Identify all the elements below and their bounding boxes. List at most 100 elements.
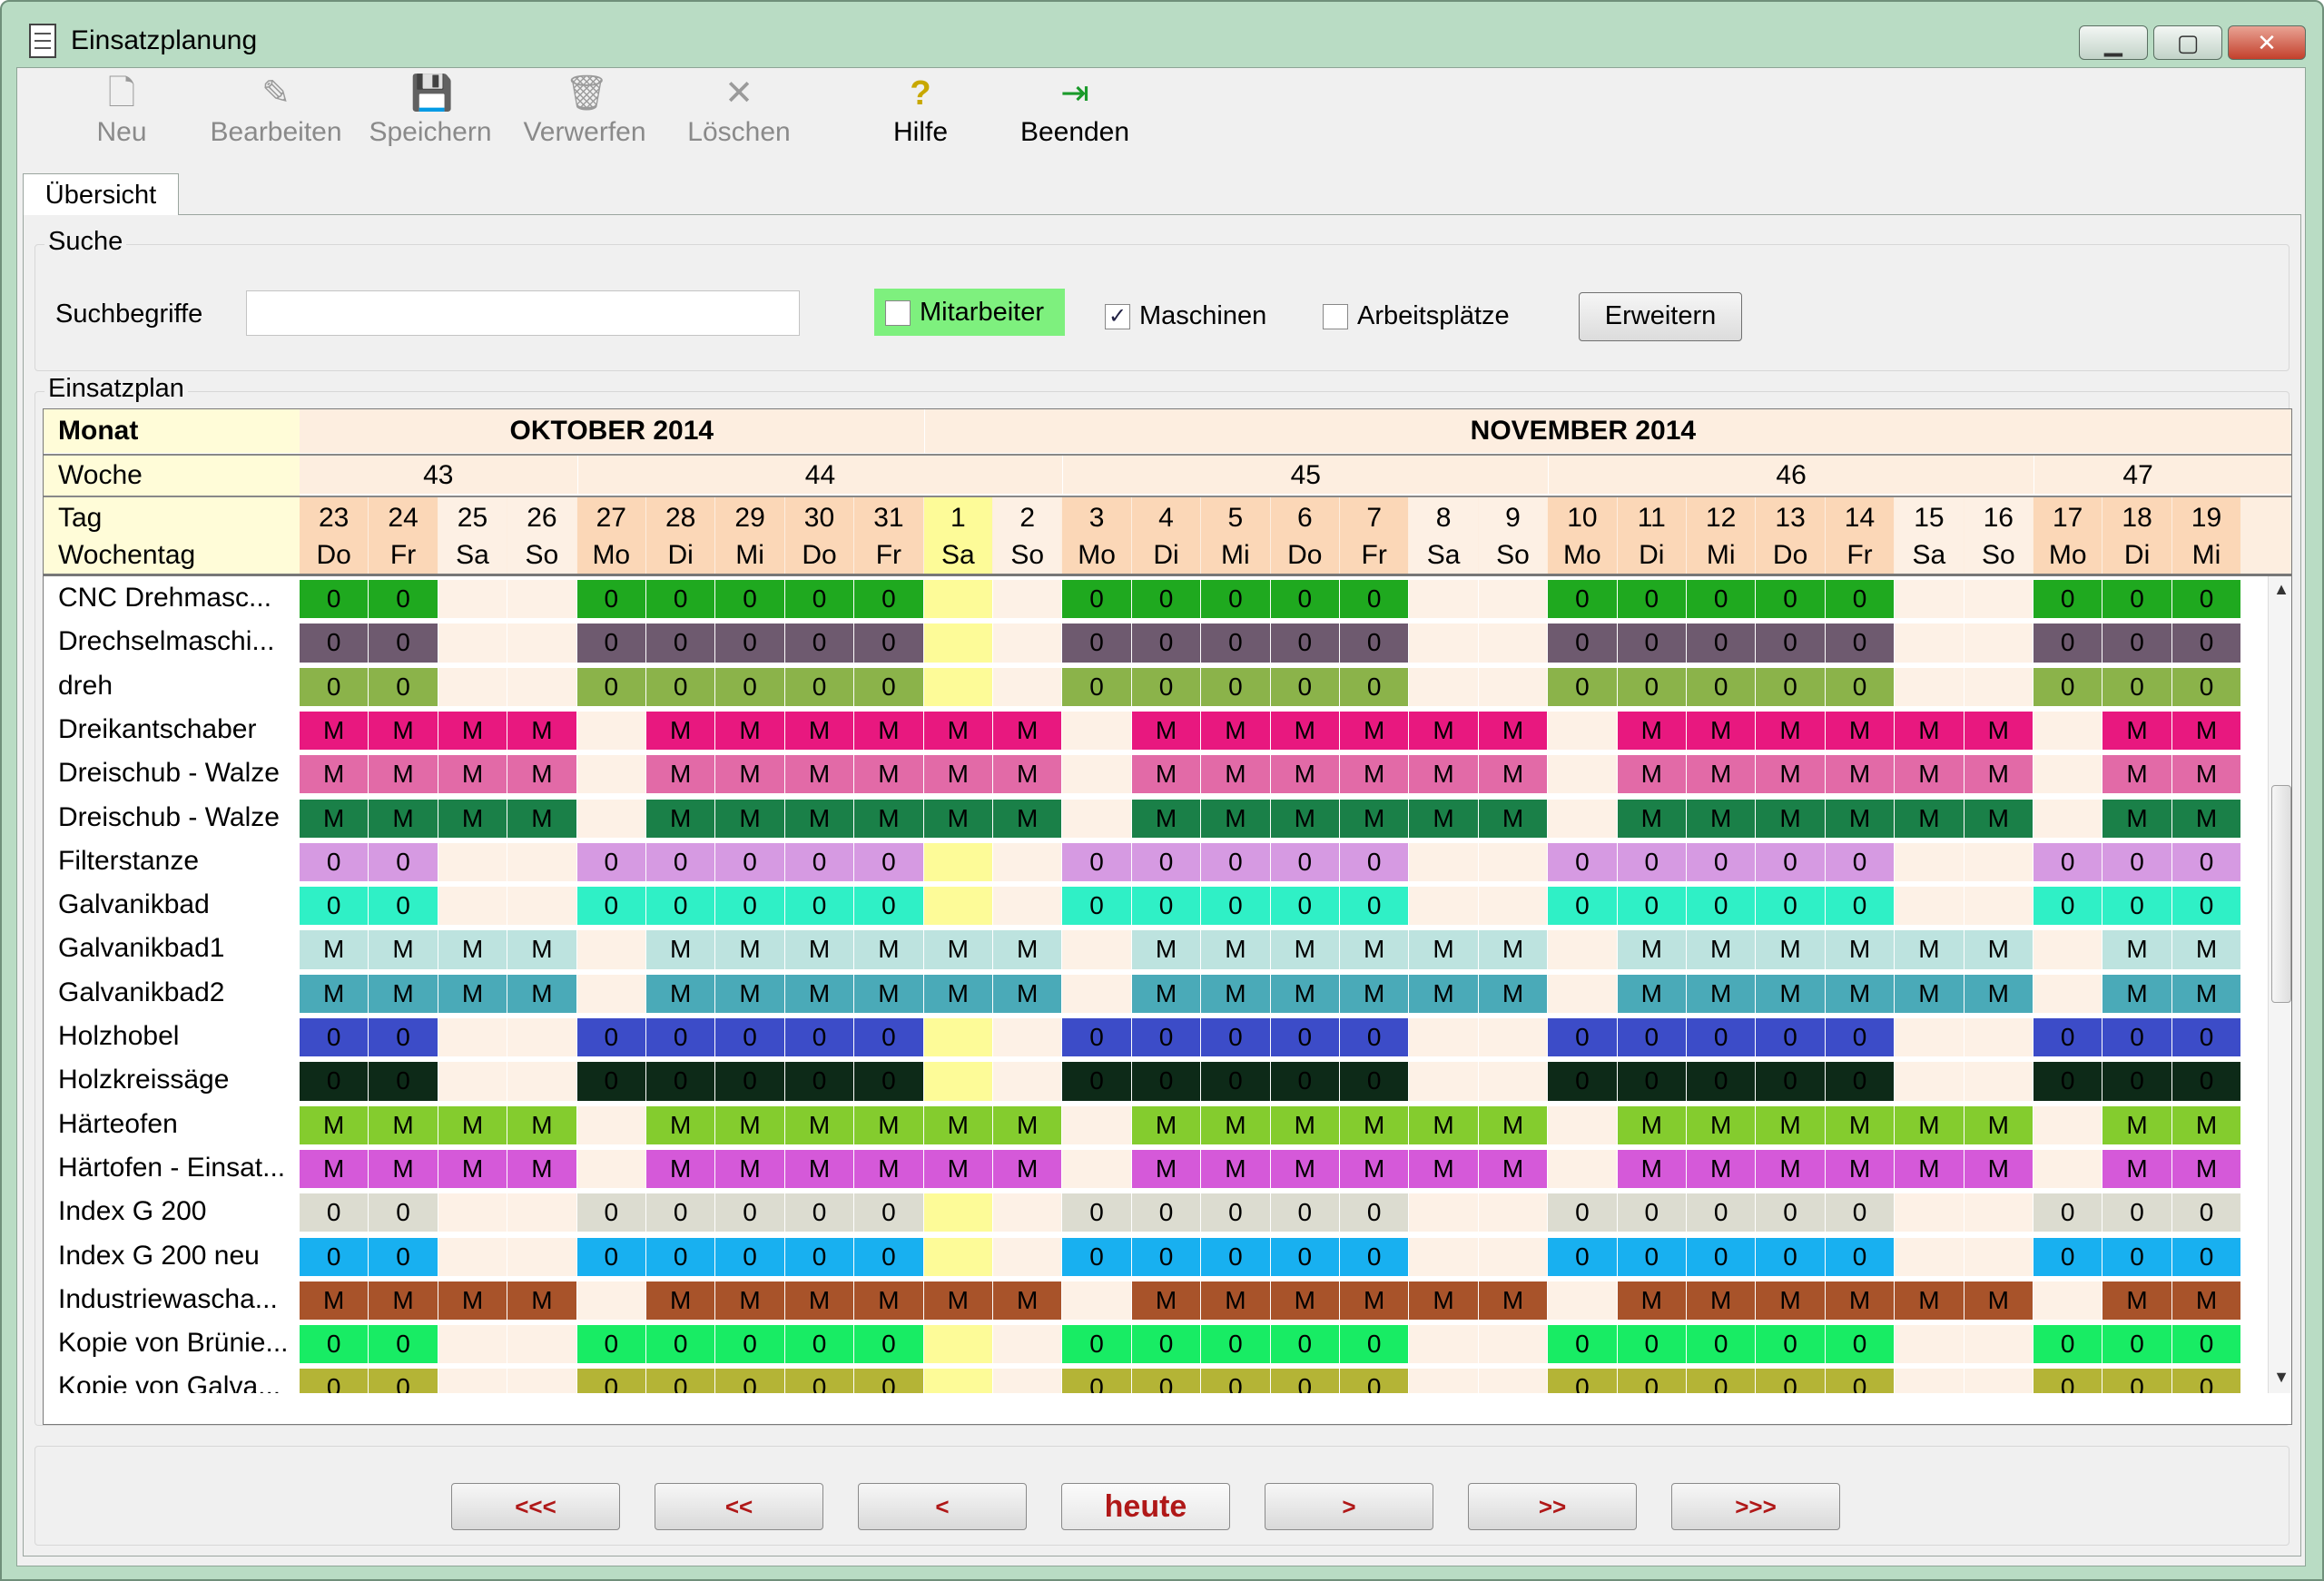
schedule-cell-active[interactable]: M bbox=[1131, 711, 1201, 751]
schedule-cell-empty[interactable] bbox=[1548, 755, 1617, 794]
schedule-cell-active[interactable]: 0 bbox=[2102, 887, 2171, 926]
schedule-cell-active[interactable]: 0 bbox=[1617, 1369, 1686, 1393]
schedule-cell-active[interactable]: M bbox=[1201, 974, 1270, 1013]
schedule-cell-empty[interactable] bbox=[1895, 624, 1964, 663]
schedule-cell-active[interactable]: M bbox=[1895, 755, 1964, 794]
schedule-cell-active[interactable]: 0 bbox=[300, 887, 369, 926]
schedule-cell-active[interactable]: M bbox=[784, 755, 854, 794]
schedule-row[interactable]: Kopie von Brünie... 0 0 0 0 0 0 0 0 0 0 0 0 0 0 0 0 0 0 0 0 bbox=[44, 1321, 2268, 1365]
schedule-cell-active[interactable]: 0 bbox=[1548, 842, 1617, 882]
schedule-cell-active[interactable]: M bbox=[369, 974, 438, 1013]
schedule-cell-active[interactable]: M bbox=[300, 930, 369, 969]
schedule-cell-active[interactable]: 0 bbox=[1825, 624, 1895, 663]
neu-button[interactable]: 🗋 Neu bbox=[44, 74, 199, 157]
schedule-cell-active[interactable]: 0 bbox=[2034, 1018, 2102, 1057]
schedule-cell-active[interactable]: M bbox=[507, 1105, 576, 1144]
schedule-cell-active[interactable]: 0 bbox=[715, 580, 784, 619]
schedule-cell-active[interactable]: M bbox=[1964, 1105, 2033, 1144]
schedule-cell-active[interactable]: M bbox=[923, 1105, 992, 1144]
schedule-cell-empty[interactable] bbox=[438, 580, 507, 619]
schedule-cell-active[interactable]: M bbox=[646, 1149, 715, 1189]
schedule-row[interactable]: Index G 200 0 0 0 0 0 0 0 0 0 0 0 0 0 0 0 0 0 0 0 0 bbox=[44, 1190, 2268, 1233]
schedule-cell-active[interactable]: M bbox=[300, 799, 369, 838]
schedule-cell-active[interactable]: M bbox=[369, 1281, 438, 1321]
schedule-cell-active[interactable]: 0 bbox=[784, 1369, 854, 1393]
schedule-cell-active[interactable]: M bbox=[1270, 755, 1339, 794]
schedule-cell-active[interactable]: 0 bbox=[369, 842, 438, 882]
schedule-cell-active[interactable]: M bbox=[784, 799, 854, 838]
schedule-cell-active[interactable]: 0 bbox=[1270, 1018, 1339, 1057]
schedule-cell-active[interactable]: 0 bbox=[1687, 1237, 1756, 1276]
schedule-cell-empty[interactable] bbox=[1409, 667, 1478, 706]
schedule-cell-empty[interactable] bbox=[438, 1369, 507, 1393]
schedule-cell-empty[interactable] bbox=[1895, 1237, 1964, 1276]
schedule-cell-active[interactable]: 0 bbox=[1825, 1018, 1895, 1057]
schedule-cell-active[interactable]: M bbox=[1478, 974, 1548, 1013]
schedule-cell-empty[interactable] bbox=[576, 1149, 645, 1189]
schedule-cell-active[interactable]: 0 bbox=[1756, 1193, 1825, 1232]
nav-button[interactable]: >>> bbox=[1671, 1483, 1840, 1530]
schedule-cell-active[interactable]: 0 bbox=[715, 1237, 784, 1276]
schedule-cell-active[interactable]: M bbox=[923, 1149, 992, 1189]
day-number[interactable]: 11 bbox=[1617, 497, 1686, 539]
schedule-cell-active[interactable]: M bbox=[1409, 799, 1478, 838]
schedule-cell-empty[interactable] bbox=[507, 1018, 576, 1057]
close-button[interactable]: ✕ bbox=[2228, 25, 2306, 60]
schedule-cell-empty[interactable] bbox=[576, 1105, 645, 1144]
schedule-cell-active[interactable]: M bbox=[1478, 930, 1548, 969]
schedule-cell-active[interactable]: M bbox=[923, 1281, 992, 1321]
schedule-cell-active[interactable]: M bbox=[1756, 799, 1825, 838]
schedule-cell-active[interactable]: M bbox=[1409, 1149, 1478, 1189]
schedule-cell-empty[interactable] bbox=[1409, 1237, 1478, 1276]
schedule-cell-empty[interactable] bbox=[923, 1369, 992, 1393]
day-number[interactable]: 5 bbox=[1201, 497, 1270, 539]
schedule-cell-active[interactable]: 0 bbox=[300, 1369, 369, 1393]
erweitern-button[interactable]: Erweitern bbox=[1579, 292, 1742, 341]
schedule-cell-empty[interactable] bbox=[923, 1237, 992, 1276]
schedule-cell-empty[interactable] bbox=[1478, 1193, 1548, 1232]
schedule-cell-active[interactable]: M bbox=[993, 1105, 1062, 1144]
schedule-cell-empty[interactable] bbox=[1478, 842, 1548, 882]
schedule-cell-active[interactable]: 0 bbox=[2171, 842, 2241, 882]
schedule-cell-empty[interactable] bbox=[1895, 1062, 1964, 1101]
schedule-cell-empty[interactable] bbox=[576, 930, 645, 969]
schedule-cell-empty[interactable] bbox=[993, 1369, 1062, 1393]
schedule-cell-active[interactable]: 0 bbox=[646, 1325, 715, 1364]
schedule-cell-active[interactable]: M bbox=[993, 755, 1062, 794]
schedule-cell-active[interactable]: M bbox=[854, 1281, 923, 1321]
schedule-cell-active[interactable]: 0 bbox=[854, 1325, 923, 1364]
schedule-cell-active[interactable]: M bbox=[646, 711, 715, 751]
checkbox-arbeitsplaetze-box[interactable] bbox=[1323, 304, 1348, 330]
schedule-cell-empty[interactable] bbox=[1964, 1369, 2033, 1393]
schedule-cell-active[interactable]: 0 bbox=[2102, 1369, 2171, 1393]
schedule-cell-active[interactable]: M bbox=[300, 755, 369, 794]
schedule-cell-active[interactable]: M bbox=[784, 974, 854, 1013]
schedule-cell-active[interactable]: 0 bbox=[1131, 667, 1201, 706]
schedule-cell-active[interactable]: 0 bbox=[1062, 1018, 1131, 1057]
checkbox-mitarbeiter-box[interactable] bbox=[885, 300, 911, 327]
schedule-cell-empty[interactable] bbox=[1062, 711, 1131, 751]
schedule-cell-active[interactable]: 0 bbox=[1687, 667, 1756, 706]
schedule-cell-empty[interactable] bbox=[1062, 1105, 1131, 1144]
schedule-cell-active[interactable]: M bbox=[1201, 799, 1270, 838]
schedule-cell-active[interactable]: 0 bbox=[300, 1018, 369, 1057]
schedule-cell-active[interactable]: 0 bbox=[2171, 1062, 2241, 1101]
schedule-cell-active[interactable]: 0 bbox=[2171, 1193, 2241, 1232]
schedule-cell-empty[interactable] bbox=[2034, 1149, 2102, 1189]
schedule-cell-active[interactable]: 0 bbox=[1548, 1325, 1617, 1364]
maximize-button[interactable]: ▢ bbox=[2153, 25, 2222, 60]
schedule-cell-active[interactable]: M bbox=[1270, 799, 1339, 838]
schedule-row[interactable]: Index G 200 neu 0 0 0 0 0 0 0 0 0 0 0 0 0 0 0 0 0 0 0 0 bbox=[44, 1234, 2268, 1278]
schedule-cell-active[interactable]: M bbox=[438, 1281, 507, 1321]
schedule-cell-active[interactable]: M bbox=[1756, 930, 1825, 969]
schedule-cell-active[interactable]: M bbox=[1964, 1149, 2033, 1189]
schedule-cell-active[interactable]: M bbox=[438, 1149, 507, 1189]
schedule-cell-active[interactable]: M bbox=[1964, 1281, 2033, 1321]
schedule-cell-active[interactable]: M bbox=[1478, 1281, 1548, 1321]
schedule-cell-active[interactable]: M bbox=[993, 1149, 1062, 1189]
schedule-cell-active[interactable]: 0 bbox=[784, 1062, 854, 1101]
schedule-cell-active[interactable]: M bbox=[993, 799, 1062, 838]
schedule-cell-active[interactable]: M bbox=[369, 1105, 438, 1144]
schedule-cell-active[interactable]: 0 bbox=[1340, 667, 1409, 706]
schedule-cell-active[interactable]: M bbox=[1270, 1281, 1339, 1321]
